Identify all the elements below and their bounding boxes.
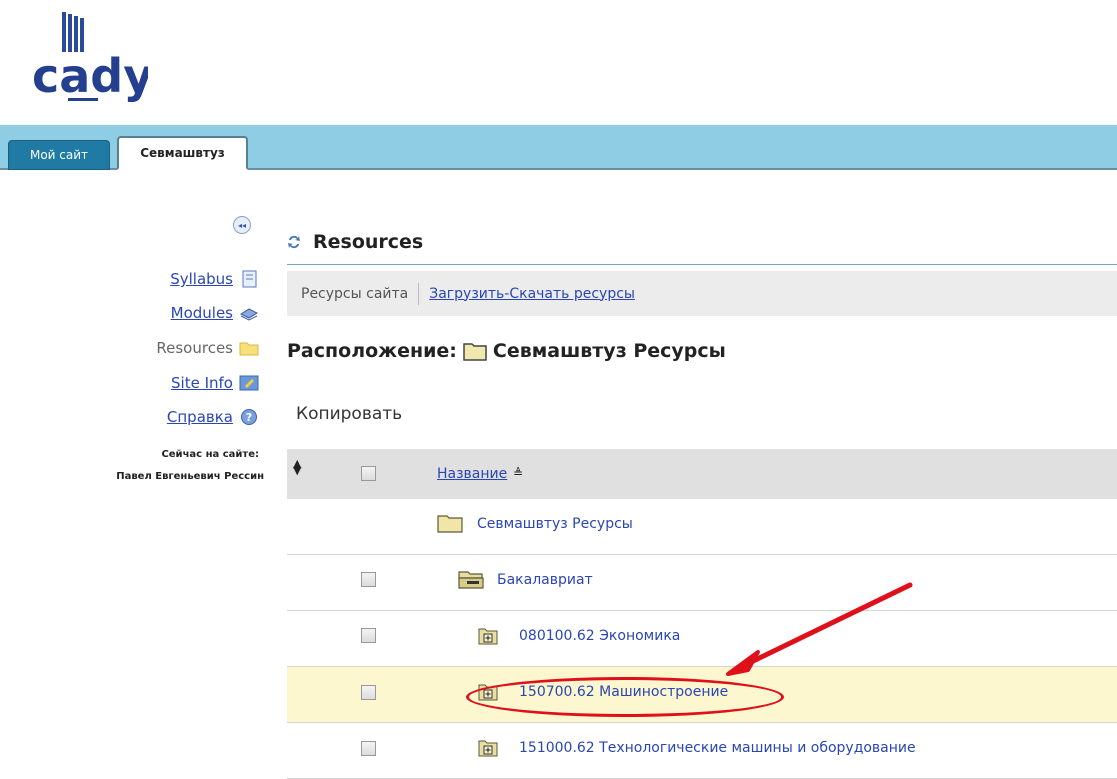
tab-sevmashvtuz-label: Севмашвтуз xyxy=(140,146,225,160)
sidebar-item-syllabus[interactable]: Syllabus xyxy=(170,268,259,290)
row-checkbox[interactable] xyxy=(361,685,376,700)
annotation-oval xyxy=(466,677,784,717)
table-row xyxy=(287,611,1117,667)
sidebar-item-label: Resources xyxy=(156,339,233,357)
sidebar-item-label: Syllabus xyxy=(170,270,233,288)
sidebar-item-label: Modules xyxy=(170,304,233,322)
online-label: Сейчас на сайте: xyxy=(161,449,259,460)
logo-text: cady xyxy=(32,49,148,103)
name-column-header[interactable]: Название xyxy=(437,466,507,482)
double-chevron-left-icon: ◂◂ xyxy=(237,220,247,230)
expand-folder-icon[interactable] xyxy=(478,627,498,645)
table-row xyxy=(287,499,1117,555)
sidebar-item-label: Справка xyxy=(166,408,233,426)
row-checkbox[interactable] xyxy=(361,628,376,643)
location-label: Расположение: xyxy=(287,340,457,362)
site-resources-link[interactable]: Ресурсы сайта xyxy=(301,286,408,302)
sort-asc-icon: ≜ xyxy=(513,466,524,480)
title-divider xyxy=(287,264,1117,265)
page-title: Resources xyxy=(313,231,424,253)
svg-text:?: ? xyxy=(246,411,252,424)
online-user-name: Павел Евгеньевич Рессин xyxy=(116,471,264,482)
toolbar-separator xyxy=(418,282,420,305)
site-tab-bar: Мой сайт Севмашвтуз xyxy=(0,125,1117,170)
row-checkbox[interactable] xyxy=(361,572,376,587)
table-row xyxy=(287,555,1117,611)
site-info-icon xyxy=(239,375,259,391)
help-icon: ? xyxy=(241,409,257,425)
location-breadcrumb: Расположение: Севмашвтуз Ресурсы xyxy=(287,340,726,362)
open-folder-icon[interactable] xyxy=(458,569,484,589)
sidebar-item-resources: Resources xyxy=(156,337,259,359)
sidebar-item-help[interactable]: Справка ? xyxy=(167,406,259,428)
collapse-sidebar-button[interactable]: ◂◂ xyxy=(233,216,251,234)
annotation-arrow-icon xyxy=(726,582,913,676)
tab-my-site-label: Мой сайт xyxy=(29,148,89,162)
folder-icon xyxy=(239,342,259,356)
row-checkbox[interactable] xyxy=(361,741,376,756)
select-all-checkbox[interactable] xyxy=(361,466,376,481)
folder-icon xyxy=(437,515,463,533)
refresh-icon[interactable] xyxy=(287,234,301,250)
folder-icon xyxy=(463,343,487,361)
table-header xyxy=(287,449,1117,499)
page-header: Resources xyxy=(287,231,423,253)
syllabus-icon xyxy=(242,270,257,288)
tab-sevmashvtuz[interactable]: Севмашвтуз xyxy=(117,136,248,170)
sort-toggle-icon[interactable]: ▲ ▼ xyxy=(293,458,301,476)
folder-link-technological-machines[interactable]: 151000.62 Технологические машины и обору… xyxy=(519,740,916,756)
modules-icon xyxy=(239,308,259,321)
site-logo: cady xyxy=(28,10,153,106)
resource-toolbar: Ресурсы сайта Загрузить-Скачать ресурсы xyxy=(287,271,1117,316)
sidebar-item-modules[interactable]: Modules xyxy=(171,302,259,324)
folder-link-bachelor[interactable]: Бакалавриат xyxy=(497,572,593,588)
folder-link-economics[interactable]: 080100.62 Экономика xyxy=(519,628,680,644)
sidebar-item-site-info[interactable]: Site Info xyxy=(171,372,259,394)
location-value: Севмашвтуз Ресурсы xyxy=(492,340,726,362)
sidebar-item-label: Site Info xyxy=(171,374,233,392)
upload-download-link[interactable]: Загрузить-Скачать ресурсы xyxy=(429,286,635,302)
expand-folder-icon[interactable] xyxy=(478,739,498,757)
folder-link-root[interactable]: Севмашвтуз Ресурсы xyxy=(477,516,633,532)
logo-graphic: cady xyxy=(32,12,153,103)
tab-my-site[interactable]: Мой сайт xyxy=(8,140,110,170)
copy-action[interactable]: Копировать xyxy=(296,404,402,424)
